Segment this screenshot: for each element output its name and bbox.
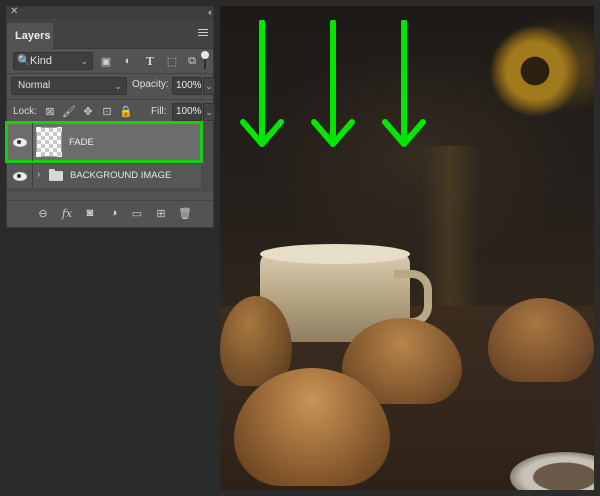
divider	[7, 73, 213, 74]
visibility-eye-icon[interactable]	[13, 137, 27, 147]
fill-label: Fill:	[151, 106, 167, 117]
new-adjustment-layer-icon[interactable]: ◑	[106, 206, 122, 220]
layer-thumbnail[interactable]	[36, 127, 62, 157]
lock-artboard-icon[interactable]: ⊡	[100, 104, 114, 118]
close-panel-icon[interactable]: ✕	[10, 6, 18, 18]
layer-name[interactable]: FADE	[69, 137, 94, 148]
expand-group-chevron-icon[interactable]: ›	[37, 169, 40, 180]
new-layer-icon[interactable]: ⊞	[153, 206, 169, 220]
layer-style-icon[interactable]: fx	[59, 206, 75, 220]
document-canvas[interactable]	[220, 6, 594, 490]
search-icon: 🔍	[17, 55, 31, 67]
chevron-down-icon: ⌄	[114, 81, 122, 91]
lock-all-icon[interactable]: 🔒	[119, 104, 133, 118]
layers-footer-toolbar: ⊖ fx ◙ ◑ ▭ ⊞ 🗑	[7, 203, 213, 225]
divider	[7, 99, 213, 100]
opacity-input[interactable]: 100%	[172, 77, 202, 95]
blend-row: Normal ⌄ Opacity: 100% ⌄	[11, 77, 215, 95]
link-layers-icon[interactable]: ⊖	[35, 206, 51, 220]
panel-menu-icon[interactable]	[198, 29, 208, 38]
divider	[7, 200, 213, 201]
layers-panel: ✕ ‹‹ Layers 🔍 Kind ⌄ ▣ ◐ T ⬚ ⧉ Normal ⌄ …	[5, 6, 215, 228]
blend-mode-value: Normal	[18, 80, 51, 91]
lock-image-pixels-icon[interactable]: 🖌	[62, 104, 76, 118]
folder-icon	[49, 169, 63, 181]
layer-row-background-image[interactable]: › BACKGROUND IMAGE	[7, 164, 201, 188]
filter-toggle-switch[interactable]	[201, 51, 209, 71]
filter-kind-select[interactable]: 🔍 Kind ⌄	[13, 52, 93, 70]
layer-filter-row: 🔍 Kind ⌄ ▣ ◐ T ⬚ ⧉	[11, 51, 209, 72]
collapse-panel-icon[interactable]: ‹‹	[208, 6, 212, 18]
layer-name[interactable]: BACKGROUND IMAGE	[70, 170, 171, 181]
tab-layers[interactable]: Layers	[7, 23, 53, 49]
lock-label: Lock:	[13, 106, 37, 117]
panel-titlebar: ✕ ‹‹	[7, 6, 213, 19]
down-arrow-annotation	[382, 20, 426, 147]
visibility-eye-icon[interactable]	[13, 171, 27, 181]
fill-input[interactable]: 100%	[172, 103, 202, 121]
blend-mode-select[interactable]: Normal ⌄	[11, 77, 127, 95]
pixel-layer-filter-icon[interactable]: ▣	[99, 54, 113, 68]
lock-transparent-pixels-icon[interactable]: ⊠	[43, 104, 57, 118]
type-layer-filter-icon[interactable]: T	[143, 54, 157, 68]
adjustment-layer-filter-icon[interactable]: ◐	[121, 54, 135, 68]
lock-row: Lock: ⊠ 🖌 ✥ ⊡ 🔒 Fill: 100% ⌄	[11, 103, 215, 121]
layer-row-fade[interactable]: FADE	[5, 121, 203, 163]
delete-layer-icon[interactable]: 🗑	[177, 206, 193, 220]
add-mask-icon[interactable]: ◙	[82, 206, 98, 220]
sunflower-image-region	[490, 26, 580, 116]
panel-tabbar: Layers	[7, 19, 213, 49]
smart-object-filter-icon[interactable]: ⧉	[185, 54, 199, 68]
chevron-down-icon: ⌄	[80, 56, 88, 66]
opacity-label: Opacity:	[132, 79, 169, 90]
layers-list: FADE › BACKGROUND IMAGE	[5, 121, 213, 192]
down-arrow-annotation	[311, 20, 355, 147]
down-arrow-annotation	[240, 20, 284, 147]
lock-position-icon[interactable]: ✥	[81, 104, 95, 118]
fill-dropdown-button[interactable]: ⌄	[203, 103, 215, 121]
new-group-icon[interactable]: ▭	[129, 206, 145, 220]
filter-kind-label: Kind	[30, 55, 53, 67]
shape-layer-filter-icon[interactable]: ⬚	[165, 54, 179, 68]
opacity-dropdown-button[interactable]: ⌄	[203, 77, 215, 95]
